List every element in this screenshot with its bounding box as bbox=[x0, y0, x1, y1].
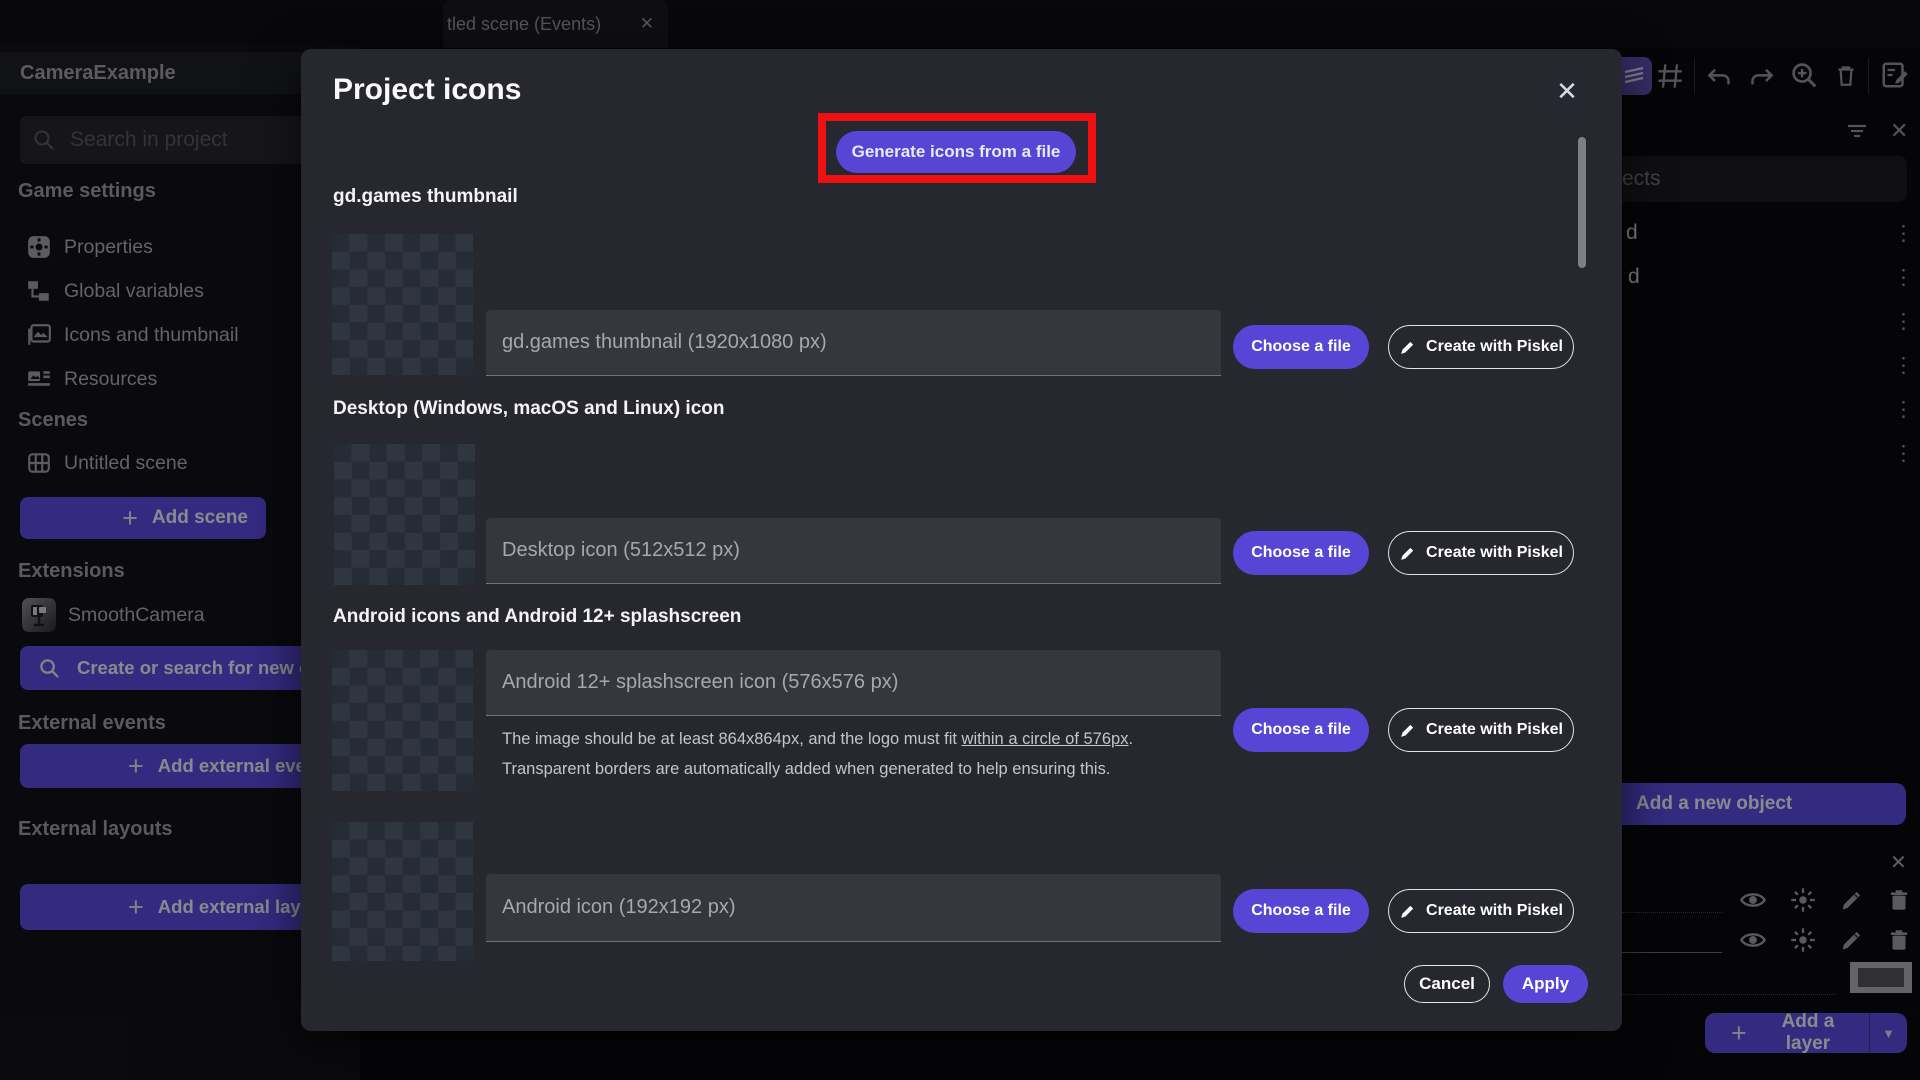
android-splash-checkerboard bbox=[332, 650, 473, 791]
field-hint: Desktop icon (512x512 px) bbox=[502, 539, 740, 561]
brush-icon bbox=[1401, 905, 1414, 918]
brush-icon bbox=[1401, 547, 1414, 560]
cancel-label: Cancel bbox=[1419, 974, 1475, 993]
choose-file-label: Choose a file bbox=[1251, 338, 1351, 355]
create-with-piskel-label: Create with Piskel bbox=[1426, 721, 1563, 738]
brush-icon bbox=[1401, 341, 1414, 354]
scrollbar-thumb[interactable] bbox=[1578, 137, 1586, 268]
desktop-icon-file-field[interactable]: Desktop icon (512x512 px) bbox=[486, 518, 1221, 584]
dialog-close-icon[interactable]: ✕ bbox=[1547, 71, 1587, 111]
create-with-piskel-button[interactable]: Create with Piskel bbox=[1388, 325, 1574, 369]
row-heading: Android icons and Android 12+ splashscre… bbox=[333, 606, 742, 627]
choose-file-button[interactable]: Choose a file bbox=[1233, 708, 1369, 752]
create-with-piskel-label: Create with Piskel bbox=[1426, 902, 1563, 919]
create-with-piskel-button[interactable]: Create with Piskel bbox=[1388, 889, 1574, 933]
create-with-piskel-button[interactable]: Create with Piskel bbox=[1388, 531, 1574, 575]
choose-file-label: Choose a file bbox=[1251, 544, 1351, 561]
project-icons-dialog: Project icons ✕ Generate icons from a fi… bbox=[301, 49, 1622, 1031]
create-with-piskel-label: Create with Piskel bbox=[1426, 338, 1563, 355]
brush-icon bbox=[1401, 724, 1414, 737]
thumbnail-preview-checkerboard bbox=[332, 234, 473, 375]
thumbnail-file-field[interactable]: gd.games thumbnail (1920x1080 px) bbox=[486, 310, 1221, 376]
choose-file-label: Choose a file bbox=[1251, 902, 1351, 919]
highlight-annotation bbox=[818, 113, 1096, 183]
desktop-icon-checkerboard bbox=[334, 444, 475, 585]
create-with-piskel-label: Create with Piskel bbox=[1426, 544, 1563, 561]
helper-text: The image should be at least 864x864px, … bbox=[502, 730, 962, 748]
apply-label: Apply bbox=[1521, 974, 1570, 993]
cancel-button[interactable]: Cancel bbox=[1404, 965, 1490, 1003]
splash-helper-text-2: Transparent borders are automatically ad… bbox=[502, 760, 1111, 778]
helper-link[interactable]: within a circle of 576px bbox=[962, 730, 1129, 748]
android-splash-file-field[interactable]: Android 12+ splashscreen icon (576x576 p… bbox=[486, 650, 1221, 716]
helper-text: . bbox=[1128, 730, 1134, 748]
choose-file-button[interactable]: Choose a file bbox=[1233, 889, 1369, 933]
dialog-title: Project icons bbox=[333, 73, 522, 106]
choose-file-button[interactable]: Choose a file bbox=[1233, 531, 1369, 575]
field-hint: gd.games thumbnail (1920x1080 px) bbox=[502, 331, 827, 353]
field-hint: Android icon (192x192 px) bbox=[502, 896, 736, 918]
android-icon-checkerboard bbox=[332, 822, 473, 961]
app-root: tled scene (Events) ✕ CameraExample Game… bbox=[0, 0, 1920, 1080]
create-with-piskel-button[interactable]: Create with Piskel bbox=[1388, 708, 1574, 752]
field-hint: Android 12+ splashscreen icon (576x576 p… bbox=[502, 671, 899, 693]
apply-button[interactable]: Apply bbox=[1503, 965, 1588, 1003]
choose-file-label: Choose a file bbox=[1251, 721, 1351, 738]
splash-helper-text: The image should be at least 864x864px, … bbox=[502, 730, 1133, 749]
choose-file-button[interactable]: Choose a file bbox=[1233, 325, 1369, 369]
row-heading: Desktop (Windows, macOS and Linux) icon bbox=[333, 398, 725, 419]
android-icon-file-field[interactable]: Android icon (192x192 px) bbox=[486, 874, 1221, 942]
row-heading: gd.games thumbnail bbox=[333, 186, 518, 207]
